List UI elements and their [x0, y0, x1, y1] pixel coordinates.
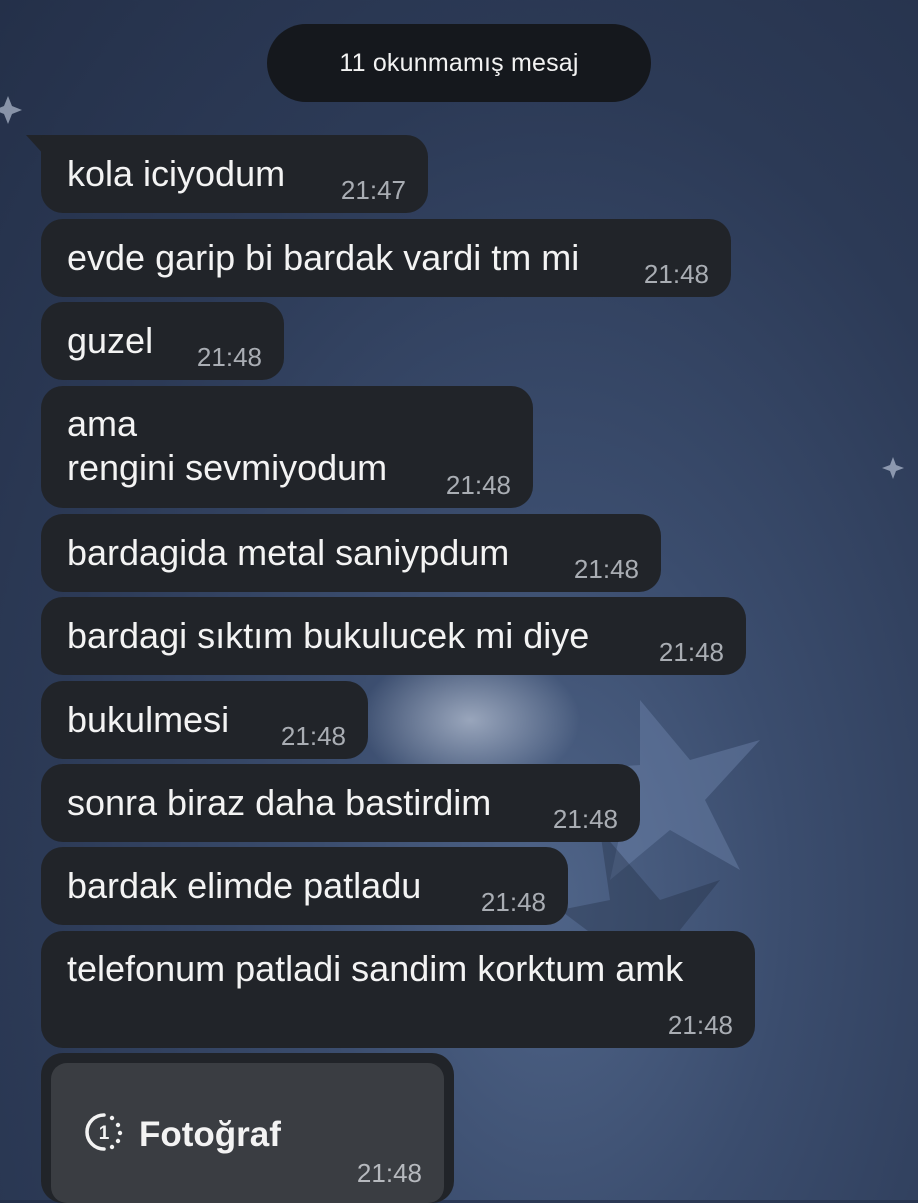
message-time: 21:48 [573, 554, 639, 584]
message-text: sonra biraz daha bastirdim [67, 782, 492, 823]
message-text: bardagida metal saniypdum [67, 532, 510, 573]
message-time: 21:48 [445, 470, 511, 500]
message-text: bardak elimde patladu [67, 865, 422, 906]
message-time: 21:48 [658, 637, 724, 667]
photo-time: 21:48 [356, 1158, 422, 1188]
message-time: 21:48 [196, 342, 262, 372]
photo-message[interactable]: 1 Fotoğraf 21:48 [41, 1053, 454, 1203]
message-time: 21:48 [552, 804, 618, 834]
message-bubble[interactable]: guzel 21:48 [41, 302, 284, 380]
view-once-photo-button[interactable]: 1 Fotoğraf 21:48 [51, 1063, 444, 1203]
message-time: 21:47 [340, 175, 406, 205]
unread-messages-divider: 11 okunmamış mesaj [267, 24, 651, 102]
message-bubble[interactable]: evde garip bi bardak vardi tm mi 21:48 [41, 219, 731, 297]
message-text: bukulmesi [67, 699, 230, 740]
message-bubble[interactable]: bardagi sıktım bukulucek mi diye 21:48 [41, 597, 746, 675]
message-bubble[interactable]: kola iciyodum 21:47 [41, 135, 428, 213]
message-bubble[interactable]: ama rengini sevmiyodum 21:48 [41, 386, 533, 508]
unread-messages-label: 11 okunmamış mesaj [339, 48, 579, 77]
message-text: telefonum patladi sandim korktum amk [67, 948, 684, 989]
message-text: evde garip bi bardak vardi tm mi [67, 237, 580, 278]
message-time: 21:48 [480, 887, 546, 917]
message-text: kola iciyodum [67, 153, 286, 194]
message-text: bardagi sıktım bukulucek mi diye [67, 615, 590, 656]
view-once-icon: 1 [85, 1113, 123, 1151]
message-text: ama rengini sevmiyodum [67, 403, 388, 488]
message-time: 21:48 [667, 1010, 733, 1040]
svg-text:1: 1 [99, 1123, 110, 1144]
message-text: guzel [67, 320, 154, 361]
message-bubble[interactable]: telefonum patladi sandim korktum amk 21:… [41, 931, 755, 1048]
message-time: 21:48 [280, 721, 346, 751]
message-time: 21:48 [643, 259, 709, 289]
message-bubble[interactable]: bukulmesi 21:48 [41, 681, 368, 759]
message-bubble[interactable]: bardak elimde patladu 21:48 [41, 847, 568, 925]
message-bubble[interactable]: bardagida metal saniypdum 21:48 [41, 514, 661, 592]
photo-label: Fotoğraf [139, 1115, 281, 1154]
message-bubble[interactable]: sonra biraz daha bastirdim 21:48 [41, 764, 640, 842]
